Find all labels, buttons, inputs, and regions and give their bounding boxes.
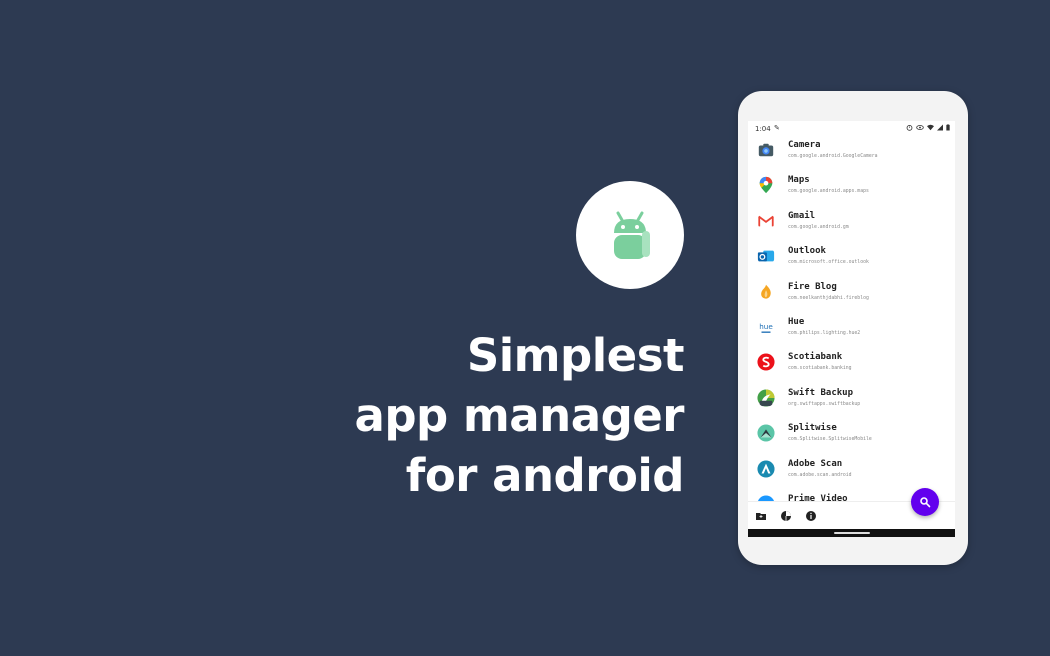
search-fab[interactable] — [911, 488, 939, 516]
app-package: com.Splitwise.SplitwiseMobile — [788, 437, 872, 443]
app-name: Fire Blog — [788, 281, 837, 292]
app-list: Camera com.google.android.GoogleCamera M… — [748, 137, 955, 526]
app-name: Scotiabank — [788, 352, 843, 363]
app-package: com.google.android.gm — [788, 224, 849, 230]
app-name: Camera — [788, 140, 821, 150]
android-robot-icon — [614, 211, 650, 259]
home-indicator[interactable] — [834, 532, 870, 534]
search-icon — [920, 497, 931, 508]
gmail-icon — [758, 215, 774, 227]
headline: Simplest app manager for android — [354, 326, 684, 506]
app-name: Splitwise — [788, 423, 837, 434]
app-list-item[interactable]: Gmail com.google.android.gm — [748, 208, 955, 243]
alarm-icon — [906, 124, 913, 131]
app-package: com.philips.lighting.hue2 — [788, 330, 861, 336]
app-name: Maps — [788, 175, 810, 186]
maps-pin-icon — [759, 177, 773, 194]
camera-icon — [758, 143, 774, 157]
app-list-item[interactable]: hue Hue com.philips.lighting.hue2 — [748, 314, 955, 349]
app-logo — [576, 181, 684, 289]
app-list-item[interactable]: Camera com.google.android.GoogleCamera — [748, 137, 955, 172]
wifi-icon — [927, 124, 934, 131]
app-list-item[interactable]: Adobe Scan com.adobe.scan.android — [748, 456, 955, 491]
app-list-item[interactable]: Splitwise com.Splitwise.SplitwiseMobile — [748, 420, 955, 455]
splitwise-icon — [757, 424, 775, 442]
app-list-item[interactable]: Fire Blog com.neelkanthjdabhi.fireblog — [748, 279, 955, 314]
phone-mockup: 1:04 ✎ Camera com.google.android.GoogleC… — [738, 91, 968, 565]
app-package: com.scotiabank.banking — [788, 366, 852, 372]
phone-screen: 1:04 ✎ Camera com.google.android.GoogleC… — [748, 121, 955, 529]
hue-icon-text: hue — [759, 322, 773, 331]
pie-chart-icon[interactable] — [780, 510, 792, 522]
app-name: Hue — [788, 316, 805, 327]
app-list-item[interactable]: Maps com.google.android.apps.maps — [748, 172, 955, 207]
app-list-item[interactable]: Swift Backup org.swiftapps.swiftbackup — [748, 385, 955, 420]
app-name: Adobe Scan — [788, 458, 843, 469]
app-package: org.swiftapps.swiftbackup — [788, 401, 861, 407]
app-package: com.microsoft.office.outlook — [788, 260, 869, 266]
status-icons — [906, 124, 950, 131]
signal-icon — [937, 124, 943, 131]
app-package: com.adobe.scan.android — [788, 472, 852, 478]
info-icon[interactable] — [805, 510, 817, 522]
app-name: Gmail — [788, 210, 816, 221]
app-package: com.neelkanthjdabhi.fireblog — [788, 295, 869, 301]
app-list-item[interactable]: Outlook com.microsoft.office.outlook — [748, 243, 955, 278]
headline-line-2: app manager — [354, 389, 684, 442]
fire-blog-icon — [761, 284, 771, 299]
app-name: Swift Backup — [788, 387, 854, 398]
eye-icon — [916, 125, 924, 130]
folder-icon[interactable] — [755, 510, 767, 522]
outlook-icon — [757, 250, 775, 262]
app-name: Outlook — [788, 246, 826, 257]
swift-backup-icon — [757, 389, 775, 407]
hue-icon: hue — [759, 322, 773, 333]
headline-line-3: for android — [405, 449, 685, 502]
adobe-scan-icon — [757, 459, 775, 478]
app-package: com.google.android.apps.maps — [788, 189, 869, 195]
app-list-item[interactable]: Scotiabank com.scotiabank.banking — [748, 349, 955, 384]
pencil-icon: ✎ — [774, 124, 780, 132]
app-package: com.google.android.GoogleCamera — [788, 154, 878, 159]
scotiabank-icon — [757, 353, 775, 371]
battery-icon — [946, 124, 950, 131]
headline-line-1: Simplest — [466, 329, 685, 382]
status-time: 1:04 — [755, 125, 771, 133]
status-bar: 1:04 ✎ — [748, 121, 955, 137]
